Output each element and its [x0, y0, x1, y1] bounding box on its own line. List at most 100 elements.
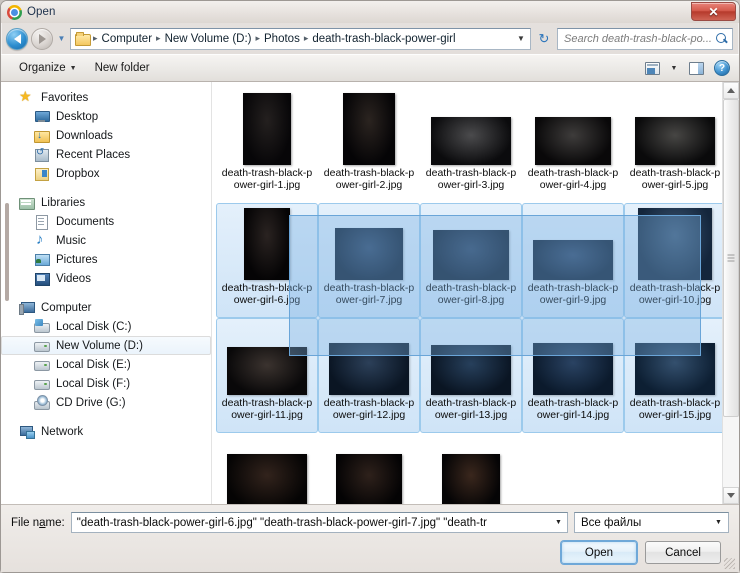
- file-name-label: death-trash-black-power-girl-5.jpg: [629, 167, 721, 191]
- file-list-scrollbar[interactable]: [722, 82, 739, 504]
- thumbnail-container: [422, 438, 520, 504]
- file-thumbnail: [227, 454, 307, 504]
- preview-pane-button[interactable]: [684, 57, 708, 79]
- sidebar-item-local-disk-f[interactable]: Local Disk (F:): [1, 374, 211, 393]
- chevron-down-icon: ▼: [57, 34, 66, 43]
- breadcrumb-item-computer[interactable]: Computer: [99, 32, 156, 46]
- file-tile[interactable]: death-trash-black-power-girl-11.jpg: [216, 318, 318, 433]
- file-tile[interactable]: death-trash-black-power-girl-17.jpg: [318, 433, 420, 504]
- breadcrumb-bar[interactable]: ▸ Computer ▸ New Volume (D:) ▸ Photos ▸ …: [70, 27, 531, 50]
- file-tile[interactable]: death-trash-black-power-girl-14.jpg: [522, 318, 624, 433]
- nav-scroll-thumb[interactable]: [5, 202, 9, 302]
- nav-scrollbar[interactable]: [4, 88, 9, 498]
- back-button[interactable]: [6, 27, 28, 50]
- cancel-button[interactable]: Cancel: [645, 541, 721, 564]
- refresh-button[interactable]: ↻: [534, 29, 554, 49]
- sidebar-item-label: Music: [56, 234, 87, 247]
- windows-drive-icon: [34, 319, 50, 334]
- file-tile[interactable]: death-trash-black-power-girl-5.jpg: [624, 88, 722, 203]
- sidebar-header-network[interactable]: Network: [1, 422, 211, 441]
- help-button[interactable]: ?: [710, 57, 734, 79]
- file-thumbnail: [635, 343, 715, 395]
- file-name-label: death-trash-black-power-girl-1.jpg: [221, 167, 313, 191]
- thumbnail-container: [524, 93, 622, 165]
- sidebar-group: Libraries Documents Music Pictures Videos: [1, 193, 211, 288]
- scroll-up-button[interactable]: [723, 82, 739, 99]
- sidebar-item-downloads[interactable]: Downloads: [1, 126, 211, 145]
- sidebar-item-music[interactable]: Music: [1, 231, 211, 250]
- sidebar-item-new-volume-d[interactable]: New Volume (D:): [1, 336, 211, 355]
- sidebar-header-libraries[interactable]: Libraries: [1, 193, 211, 212]
- file-tile[interactable]: death-trash-black-power-girl-10.jpg: [624, 203, 722, 318]
- view-mode-dropdown-button[interactable]: ▼: [666, 57, 682, 79]
- file-tile[interactable]: death-trash-black-power-girl-4.jpg: [522, 88, 624, 203]
- file-name-label: death-trash-black-power-girl-8.jpg: [425, 282, 517, 306]
- sidebar-item-desktop[interactable]: Desktop: [1, 107, 211, 126]
- sidebar-item-videos[interactable]: Videos: [1, 269, 211, 288]
- file-thumbnail: [244, 208, 290, 280]
- breadcrumb-item-new-volume-d[interactable]: New Volume (D:): [162, 32, 255, 46]
- file-tile[interactable]: death-trash-black-power-girl-18.jpg: [420, 433, 522, 504]
- network-icon: [19, 424, 35, 439]
- dialog-footer: File name: "death-trash-black-power-girl…: [1, 504, 739, 572]
- sidebar-item-pictures[interactable]: Pictures: [1, 250, 211, 269]
- toolbar: Organize ▼ New folder ▼ ?: [1, 54, 739, 82]
- open-file-dialog: Open ✕ ▼ ▸ Computer ▸ New Volume (D:) ▸ …: [0, 0, 740, 573]
- file-tile[interactable]: death-trash-black-power-girl-3.jpg: [420, 88, 522, 203]
- scroll-up-arrow-icon: [727, 88, 735, 93]
- file-tile[interactable]: death-trash-black-power-girl-16.jpg: [216, 433, 318, 504]
- new-folder-button[interactable]: New folder: [87, 57, 158, 79]
- file-tile[interactable]: death-trash-black-power-girl-12.jpg: [318, 318, 420, 433]
- sidebar-item-label: Pictures: [56, 253, 98, 266]
- sidebar-item-local-disk-c[interactable]: Local Disk (C:): [1, 317, 211, 336]
- file-tile[interactable]: death-trash-black-power-girl-15.jpg: [624, 318, 722, 433]
- sidebar-item-local-disk-e[interactable]: Local Disk (E:): [1, 355, 211, 374]
- file-list-scroll-area[interactable]: death-trash-black-power-girl-1.jpg death-…: [212, 82, 722, 504]
- search-input[interactable]: Search death-trash-black-po...: [557, 27, 733, 50]
- file-tile[interactable]: death-trash-black-power-girl-9.jpg: [522, 203, 624, 318]
- sidebar-item-label: Videos: [56, 272, 91, 285]
- scroll-down-button[interactable]: [723, 487, 739, 504]
- organize-button[interactable]: Organize ▼: [11, 57, 85, 79]
- breadcrumb-item-photos[interactable]: Photos: [261, 32, 303, 46]
- file-tile[interactable]: death-trash-black-power-girl-7.jpg: [318, 203, 420, 318]
- resize-grip[interactable]: [724, 558, 735, 569]
- file-thumbnail: [638, 208, 712, 280]
- file-thumbnail: [635, 117, 715, 165]
- sidebar-header-computer[interactable]: Computer: [1, 298, 211, 317]
- sidebar-item-label: Recent Places: [56, 148, 131, 161]
- thumbnail-container: [218, 93, 316, 165]
- close-button[interactable]: ✕: [691, 2, 736, 21]
- scroll-thumb[interactable]: [723, 99, 739, 418]
- forward-button[interactable]: [31, 27, 53, 50]
- file-tile[interactable]: death-trash-black-power-girl-13.jpg: [420, 318, 522, 433]
- file-name-label: death-trash-black-power-girl-10.jpg: [629, 282, 721, 306]
- file-name-label: death-trash-black-power-girl-15.jpg: [629, 397, 721, 421]
- file-tile[interactable]: death-trash-black-power-girl-1.jpg: [216, 88, 318, 203]
- sidebar-item-label: CD Drive (G:): [56, 396, 126, 409]
- dialog-body: Favorites Desktop Downloads Recent Places Dr…: [1, 82, 739, 504]
- sidebar-header-favorites[interactable]: Favorites: [1, 88, 211, 107]
- filename-dropdown-icon[interactable]: ▼: [552, 519, 565, 526]
- file-tile[interactable]: death-trash-black-power-girl-8.jpg: [420, 203, 522, 318]
- sidebar-item-recent-places[interactable]: Recent Places: [1, 145, 211, 164]
- sidebar-item-label: Downloads: [56, 129, 113, 142]
- file-name-label: death-trash-black-power-girl-11.jpg: [221, 397, 313, 421]
- filename-field[interactable]: "death-trash-black-power-girl-6.jpg" "de…: [70, 512, 568, 533]
- view-mode-button[interactable]: [640, 57, 664, 79]
- sidebar-item-documents[interactable]: Documents: [1, 212, 211, 231]
- thumbnail-container: [218, 208, 316, 280]
- file-tile[interactable]: death-trash-black-power-girl-2.jpg: [318, 88, 420, 203]
- breadcrumb-dropdown-icon[interactable]: ▼: [514, 34, 528, 43]
- history-dropdown-button[interactable]: ▼: [56, 29, 67, 49]
- file-type-filter[interactable]: Все файлы ▼: [574, 512, 729, 533]
- open-button[interactable]: Open: [561, 541, 637, 564]
- breadcrumb-item-current-folder[interactable]: death-trash-black-power-girl: [309, 32, 458, 46]
- sidebar-group: Favorites Desktop Downloads Recent Places Dr…: [1, 88, 211, 183]
- sidebar-item-dropbox[interactable]: Dropbox: [1, 164, 211, 183]
- sidebar-item-cd-drive-g[interactable]: CD Drive (G:): [1, 393, 211, 412]
- sidebar-item-label: Local Disk (C:): [56, 320, 132, 333]
- organize-label: Organize: [19, 62, 66, 74]
- scroll-track[interactable]: [723, 99, 739, 487]
- file-tile[interactable]: death-trash-black-power-girl-6.jpg: [216, 203, 318, 318]
